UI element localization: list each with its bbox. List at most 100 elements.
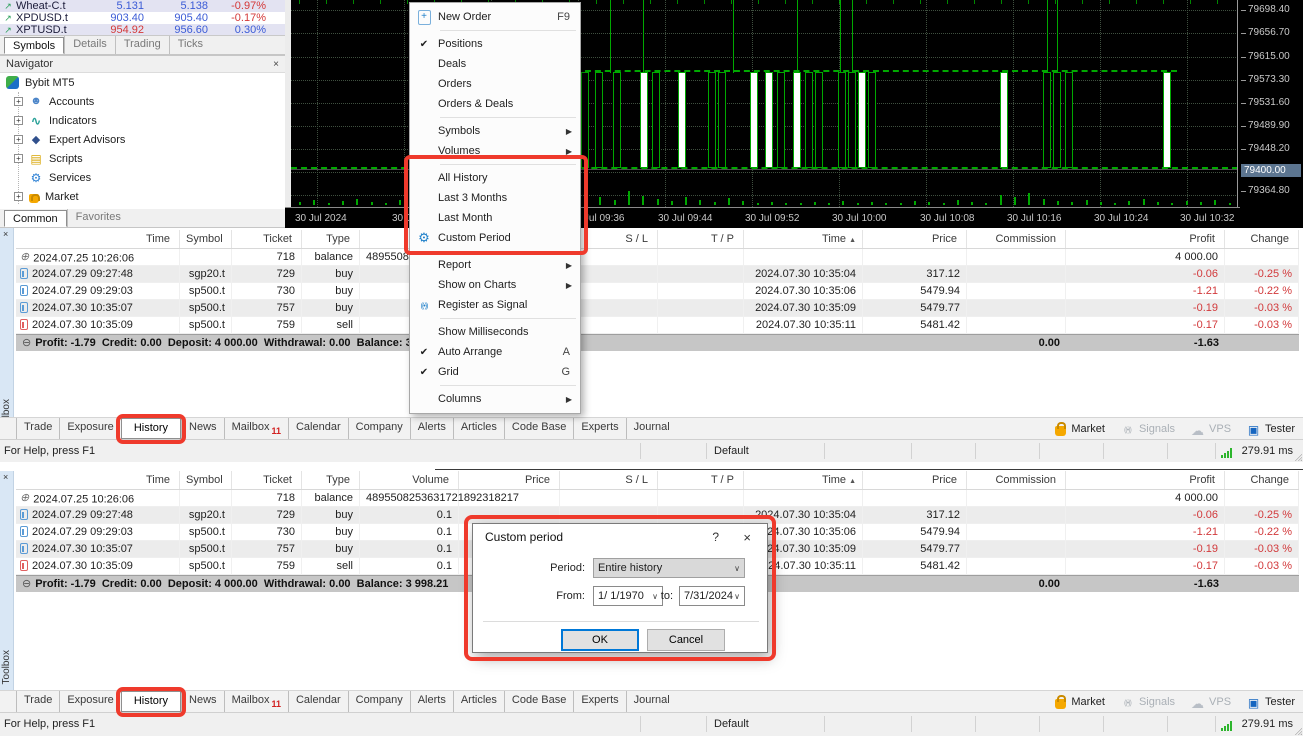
market-watch-tab[interactable]: Symbols (4, 37, 64, 54)
column-header[interactable]: Ticket (232, 471, 302, 489)
menu-item[interactable] (410, 161, 580, 168)
menu-item[interactable]: Last Month (410, 208, 580, 228)
column-header[interactable]: Change (1225, 471, 1299, 489)
column-header[interactable]: Change (1225, 230, 1299, 248)
toolbox-tab[interactable]: Exposure (59, 691, 120, 711)
toolbox-tab[interactable]: Company (348, 418, 410, 438)
column-header[interactable]: Symbol (180, 471, 232, 489)
watchlist-row[interactable]: ↗ XPDUSD.t 903.40 905.40 -0.17% (0, 12, 285, 24)
menu-item[interactable] (410, 248, 580, 255)
connection-latency[interactable]: 279.91 ms (1242, 718, 1293, 730)
menu-item[interactable]: ✔ Grid G (410, 362, 580, 382)
history-table-row[interactable]: 2024.07.30 10:35:09 sp500.t 759 sell 0.1… (16, 317, 1299, 334)
navigator-item[interactable]: + Market (0, 187, 285, 206)
expand-plus-icon[interactable]: + (14, 192, 23, 201)
column-header[interactable]: Type (302, 230, 360, 248)
navigator-item[interactable]: Services (0, 168, 285, 187)
profile-selector[interactable]: Default (714, 445, 749, 457)
expand-plus-icon[interactable]: + (14, 116, 23, 125)
navigator-item[interactable]: + Indicators (0, 111, 285, 130)
column-header[interactable]: Symbol (180, 230, 232, 248)
profile-selector[interactable]: Default (714, 718, 749, 730)
service-button[interactable]: VPS (1191, 423, 1231, 436)
expand-plus-icon[interactable]: + (14, 154, 23, 163)
navigator-item[interactable]: + Expert Advisors (0, 130, 285, 149)
menu-item[interactable]: New Order F9 (410, 7, 580, 27)
toolbox-tab[interactable]: Articles (453, 691, 504, 711)
toolbox-tab[interactable]: Experts (573, 691, 625, 711)
menu-item[interactable]: Volumes ▶ (410, 141, 580, 161)
service-button[interactable]: Tester (1247, 696, 1295, 709)
history-table-row[interactable]: 2024.07.29 09:27:48 sgp20.t 729 buy 0.1 … (16, 507, 1299, 524)
menu-item[interactable]: Symbols ▶ (410, 121, 580, 141)
toolbox-tab[interactable]: Experts (573, 418, 625, 438)
menu-item[interactable]: Show Milliseconds (410, 322, 580, 342)
column-header[interactable]: Price (863, 230, 967, 248)
dialog-titlebar[interactable]: Custom period ? × (473, 524, 767, 550)
navigator-item[interactable]: + Accounts (0, 92, 285, 111)
close-icon[interactable]: × (273, 59, 279, 70)
service-button[interactable]: Market (1055, 696, 1105, 709)
resize-grip[interactable] (1293, 452, 1302, 461)
toolbox-tab[interactable]: Code Base (504, 418, 573, 438)
history-table-header[interactable]: Time Symbol Ticket Type Volume Price S /… (16, 230, 1299, 249)
menu-item[interactable]: Deals (410, 54, 580, 74)
help-button[interactable]: ? (712, 530, 719, 544)
column-header[interactable]: Time▲ (744, 230, 863, 248)
toolbox-tab[interactable]: Trade (16, 418, 59, 438)
column-header[interactable]: Commission (967, 471, 1066, 489)
market-watch-tab[interactable]: Ticks (169, 36, 211, 54)
expand-plus-icon[interactable]: + (14, 135, 23, 144)
menu-item[interactable]: Register as Signal (410, 295, 580, 315)
navigator-tab[interactable]: Common (4, 210, 67, 227)
history-table-row[interactable]: 2024.07.29 09:27:48 sgp20.t 729 buy 0.1 … (16, 266, 1299, 283)
menu-item[interactable]: Columns ▶ (410, 389, 580, 409)
toolbox-tab[interactable]: Calendar (288, 691, 348, 711)
period-select[interactable]: Entire history∨ (593, 558, 745, 578)
watchlist-row[interactable]: ↗ XPTUSD.t 954.92 956.60 0.30% (0, 24, 285, 36)
close-icon[interactable]: × (743, 530, 751, 545)
column-header[interactable]: Time (16, 471, 180, 489)
menu-item[interactable]: Report ▶ (410, 255, 580, 275)
menu-item[interactable]: ✔ Auto Arrange A (410, 342, 580, 362)
toolbox-tab[interactable]: Trade (16, 691, 59, 711)
to-date-select[interactable]: 7/31/2024∨ (679, 586, 745, 606)
toolbox-tab[interactable]: Alerts (410, 691, 453, 711)
toolbox-tab[interactable]: Mailbox11 (224, 418, 288, 438)
service-button[interactable]: VPS (1191, 696, 1231, 709)
toolbox-tab[interactable]: Journal (626, 691, 677, 711)
cancel-button[interactable]: Cancel (647, 629, 725, 651)
column-header[interactable]: Volume (360, 471, 459, 489)
menu-item[interactable]: Show on Charts ▶ (410, 275, 580, 295)
toolbox-tab[interactable]: News (181, 418, 224, 438)
toolbox-tab[interactable]: Journal (626, 418, 677, 438)
menu-item[interactable]: Last 3 Months (410, 188, 580, 208)
toolbox-tab[interactable]: History (121, 691, 181, 711)
toolbox-tab[interactable]: Mailbox11 (224, 691, 288, 711)
menu-item[interactable]: Custom Period (410, 228, 580, 248)
service-button[interactable]: Tester (1247, 423, 1295, 436)
resize-grip[interactable] (1293, 726, 1302, 735)
watchlist-row[interactable]: ↗ Wheat-C.t 5.131 5.138 -0.97% (0, 0, 285, 12)
connection-latency[interactable]: 279.91 ms (1242, 445, 1293, 457)
history-table-row[interactable]: 2024.07.25 10:26:06 718 balance 48955082… (16, 490, 1299, 507)
navigator-tab[interactable]: Favorites (67, 209, 129, 227)
toolbox-tab[interactable]: Alerts (410, 418, 453, 438)
expand-plus-icon[interactable]: + (14, 97, 23, 106)
column-header[interactable]: Ticket (232, 230, 302, 248)
close-icon[interactable]: × (3, 472, 8, 482)
column-header[interactable]: S / L (560, 471, 658, 489)
service-button[interactable]: Signals (1121, 423, 1175, 436)
toolbox-tab[interactable]: Code Base (504, 691, 573, 711)
navigator-root-account[interactable]: Bybit MT5 (0, 73, 285, 92)
toolbox-tab[interactable]: History (121, 418, 181, 438)
toolbox-tab[interactable]: News (181, 691, 224, 711)
menu-item[interactable]: ✔ Positions (410, 34, 580, 54)
history-table-row[interactable]: 2024.07.25 10:26:06 718 balance 48955082… (16, 249, 1299, 266)
menu-item[interactable] (410, 114, 580, 121)
menu-item[interactable]: Orders & Deals (410, 94, 580, 114)
column-header[interactable]: T / P (658, 230, 744, 248)
column-header[interactable]: Type (302, 471, 360, 489)
column-header[interactable]: Price (863, 471, 967, 489)
toolbox-tab[interactable]: Exposure (59, 418, 120, 438)
